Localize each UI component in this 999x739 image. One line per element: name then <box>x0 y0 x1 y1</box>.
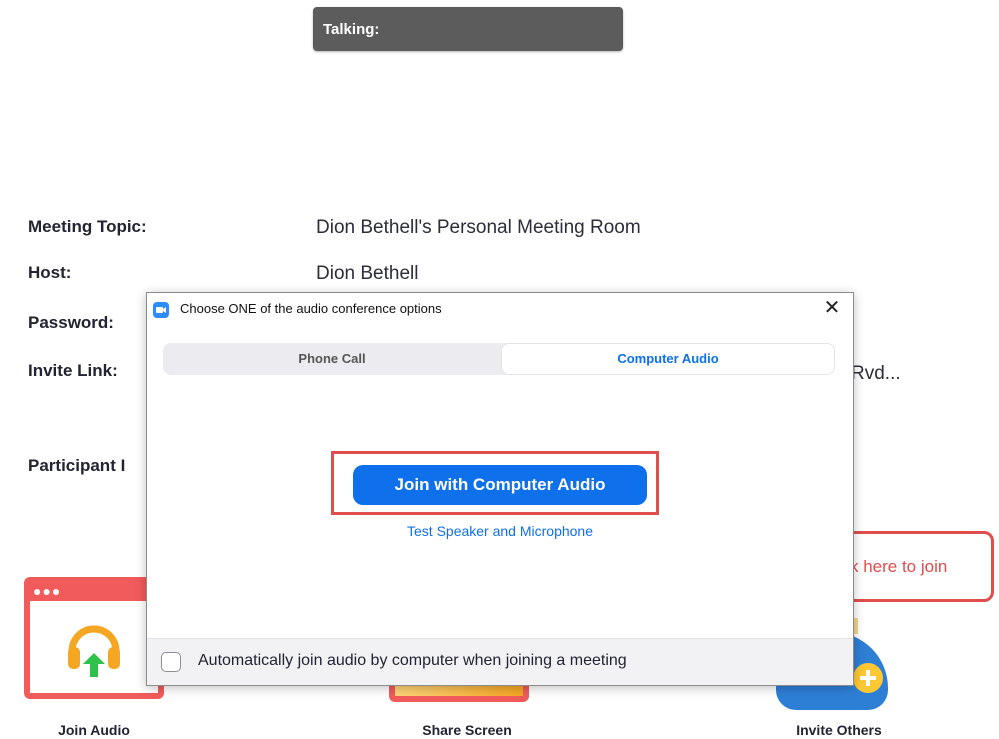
talking-indicator: Talking: <box>313 7 623 51</box>
auto-join-checkbox[interactable] <box>161 652 181 672</box>
arrow-up-icon <box>83 653 105 677</box>
invite-link-label: Invite Link: <box>28 361 118 380</box>
share-screen-tile[interactable] <box>389 684 529 702</box>
join-audio-tile[interactable]: ●●● <box>24 577 164 699</box>
dialog-footer: Automatically join audio by computer whe… <box>147 638 853 685</box>
participant-id-label: Participant I <box>28 456 126 475</box>
invite-others-label[interactable]: Invite Others <box>774 722 904 738</box>
meeting-topic-label: Meeting Topic: <box>28 217 147 236</box>
dialog-title: Choose ONE of the audio conference optio… <box>180 301 442 316</box>
test-speaker-microphone-link[interactable]: Test Speaker and Microphone <box>347 523 653 539</box>
audio-options-dialog: Choose ONE of the audio conference optio… <box>146 292 854 686</box>
auto-join-label[interactable]: Automatically join audio by computer whe… <box>198 652 627 670</box>
invite-link-value[interactable]: Rvd... <box>851 363 901 385</box>
meeting-topic-value: Dion Bethell's Personal Meeting Room <box>316 217 641 238</box>
window-dots-icon: ●●● <box>33 583 62 599</box>
join-computer-audio-button[interactable]: Join with Computer Audio <box>353 465 647 505</box>
tab-phone-call[interactable]: Phone Call <box>163 343 501 375</box>
host-label: Host: <box>28 263 72 282</box>
talking-label: Talking: <box>323 21 380 38</box>
host-value: Dion Bethell <box>316 263 419 284</box>
zoom-app-icon <box>153 302 169 318</box>
tab-computer-audio[interactable]: Computer Audio <box>501 343 835 375</box>
plus-icon <box>853 663 883 693</box>
close-icon[interactable]: ✕ <box>821 296 843 320</box>
share-screen-label[interactable]: Share Screen <box>389 722 545 738</box>
password-label: Password: <box>28 313 114 332</box>
join-audio-label[interactable]: Join Audio <box>24 722 164 738</box>
audio-tabs: Phone Call Computer Audio <box>163 343 835 375</box>
